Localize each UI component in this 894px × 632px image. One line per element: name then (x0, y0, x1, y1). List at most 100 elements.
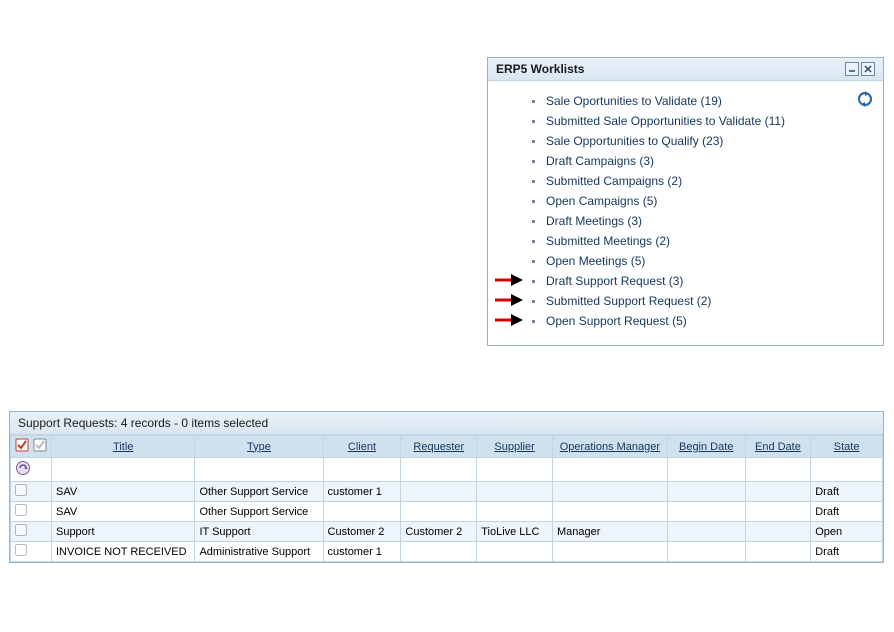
filter-action-cell (11, 458, 52, 482)
uncheck-all-icon[interactable] (33, 438, 47, 455)
worklist-item-label[interactable]: Open Support Request (5) (546, 314, 687, 328)
row-select-cell (11, 482, 52, 502)
filter-requester[interactable] (405, 462, 472, 478)
cell-requester (401, 542, 477, 562)
filter-end[interactable] (750, 462, 807, 478)
worklist-item[interactable]: Sale Opportunities to Qualify (23) (532, 131, 869, 151)
worklist-item[interactable]: Open Meetings (5) (532, 251, 869, 271)
filter-type[interactable] (199, 462, 318, 478)
worklist-item-label[interactable]: Submitted Campaigns (2) (546, 174, 682, 188)
worklist-item[interactable]: Submitted Meetings (2) (532, 231, 869, 251)
worklist-item[interactable]: Open Support Request (5) (532, 311, 869, 331)
table-row[interactable]: INVOICE NOT RECEIVEDAdministrative Suppo… (11, 542, 883, 562)
worklist-item-label[interactable]: Draft Support Request (3) (546, 274, 683, 288)
worklist-item[interactable]: Submitted Support Request (2) (532, 291, 869, 311)
col-link-end[interactable]: End Date (755, 441, 801, 453)
col-link-supplier[interactable]: Supplier (494, 441, 534, 453)
cell-ops: Manager (553, 522, 668, 542)
cell-begin (667, 542, 745, 562)
row-select-checkbox[interactable] (15, 484, 27, 496)
minimize-icon[interactable] (845, 62, 859, 76)
cell-begin (667, 522, 745, 542)
row-select-cell (11, 542, 52, 562)
worklist-item-label[interactable]: Sale Oportunities to Validate (19) (546, 94, 722, 108)
col-link-type[interactable]: Type (247, 441, 271, 453)
cell-ops (553, 542, 668, 562)
col-link-begin[interactable]: Begin Date (679, 441, 733, 453)
col-header-end[interactable]: End Date (745, 436, 811, 458)
worklist-item-label[interactable]: Sale Opportunities to Qualify (23) (546, 134, 723, 148)
worklist-item[interactable]: Submitted Campaigns (2) (532, 171, 869, 191)
col-header-requester[interactable]: Requester (401, 436, 477, 458)
worklist-list: Sale Oportunities to Validate (19) Submit… (502, 91, 869, 331)
listing-panel: Support Requests: 4 records - 0 items se… (9, 411, 884, 563)
cell-client (323, 502, 401, 522)
row-select-checkbox[interactable] (15, 504, 27, 516)
cell-client: customer 1 (323, 482, 401, 502)
filter-title[interactable] (56, 462, 190, 478)
cell-state: Open (811, 522, 883, 542)
worklist-item-label[interactable]: Draft Meetings (3) (546, 214, 642, 228)
cell-ops (553, 482, 668, 502)
col-link-title[interactable]: Title (113, 441, 133, 453)
worklist-item-label[interactable]: Draft Campaigns (3) (546, 154, 654, 168)
col-link-requester[interactable]: Requester (413, 441, 464, 453)
cell-end (745, 522, 811, 542)
cell-requester (401, 502, 477, 522)
cell-client: Customer 2 (323, 522, 401, 542)
worklist-panel: ERP5 Worklists Sale Oportunities to Vali… (487, 57, 884, 346)
arrow-icon (495, 293, 523, 307)
col-link-client[interactable]: Client (348, 441, 376, 453)
cell-state: Draft (811, 542, 883, 562)
worklist-item[interactable]: Sale Oportunities to Validate (19) (532, 91, 869, 111)
row-select-checkbox[interactable] (15, 544, 27, 556)
cell-type: IT Support (195, 522, 323, 542)
filter-row (11, 458, 883, 482)
cell-type: Other Support Service (195, 502, 323, 522)
arrow-icon (495, 313, 523, 327)
arrow-icon (495, 273, 523, 287)
filter-supplier[interactable] (481, 462, 548, 478)
filter-begin[interactable] (672, 462, 741, 478)
filter-client[interactable] (328, 462, 397, 478)
worklist-item-label[interactable]: Open Meetings (5) (546, 254, 645, 268)
cell-supplier: TioLive LLC (477, 522, 553, 542)
col-header-supplier[interactable]: Supplier (477, 436, 553, 458)
close-icon[interactable] (861, 62, 875, 76)
cell-title: SAV (51, 502, 194, 522)
row-select-checkbox[interactable] (15, 524, 27, 536)
worklist-item-label[interactable]: Submitted Sale Opportunities to Validate… (546, 114, 785, 128)
worklist-item-label[interactable]: Submitted Meetings (2) (546, 234, 670, 248)
filter-state[interactable] (815, 462, 878, 478)
col-header-type[interactable]: Type (195, 436, 323, 458)
worklist-item[interactable]: Draft Campaigns (3) (532, 151, 869, 171)
col-header-title[interactable]: Title (51, 436, 194, 458)
cell-ops (553, 502, 668, 522)
col-link-ops[interactable]: Operations Manager (560, 441, 660, 453)
cell-type: Administrative Support (195, 542, 323, 562)
worklist-item[interactable]: Draft Meetings (3) (532, 211, 869, 231)
worklist-item-label[interactable]: Submitted Support Request (2) (546, 294, 711, 308)
table-head: Title Type Client Requester Supplier Ope… (11, 436, 883, 482)
cell-end (745, 482, 811, 502)
col-header-state[interactable]: State (811, 436, 883, 458)
worklist-header: ERP5 Worklists (488, 58, 883, 81)
col-link-state[interactable]: State (834, 441, 860, 453)
worklist-item[interactable]: Open Campaigns (5) (532, 191, 869, 211)
col-header-client[interactable]: Client (323, 436, 401, 458)
cell-supplier (477, 502, 553, 522)
worklist-item[interactable]: Draft Support Request (3) (532, 271, 869, 291)
col-header-ops[interactable]: Operations Manager (553, 436, 668, 458)
worklist-window-controls (845, 62, 875, 76)
cell-type: Other Support Service (195, 482, 323, 502)
filter-apply-icon[interactable] (15, 460, 31, 479)
table-row[interactable]: SupportIT SupportCustomer 2Customer 2Tio… (11, 522, 883, 542)
worklist-item-label[interactable]: Open Campaigns (5) (546, 194, 657, 208)
table-row[interactable]: SAVOther Support Servicecustomer 1Draft (11, 482, 883, 502)
table-row[interactable]: SAVOther Support ServiceDraft (11, 502, 883, 522)
worklist-item[interactable]: Submitted Sale Opportunities to Validate… (532, 111, 869, 131)
col-header-begin[interactable]: Begin Date (667, 436, 745, 458)
filter-ops[interactable] (557, 462, 663, 478)
worklist-body: Sale Oportunities to Validate (19) Submit… (488, 81, 883, 345)
check-all-icon[interactable] (15, 438, 29, 455)
